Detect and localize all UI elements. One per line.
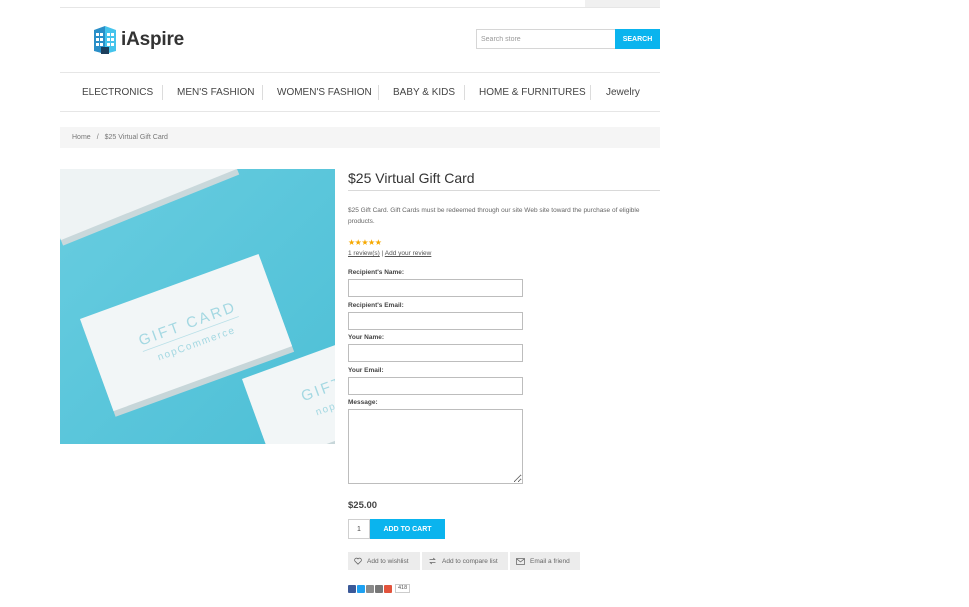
envelope-icon: [516, 557, 525, 565]
email-a-friend-label: Email a friend: [530, 557, 570, 565]
search-button[interactable]: SEARCH: [615, 29, 660, 49]
menu-separator: [590, 85, 591, 100]
breadcrumb-current: $25 Virtual Gift Card: [104, 134, 168, 141]
email-share-icon[interactable]: [375, 584, 383, 593]
menu-separator: [464, 85, 465, 100]
top-divider: [60, 7, 660, 8]
email-a-friend-button[interactable]: Email a friend: [510, 552, 580, 570]
star-icon: ★: [361, 238, 369, 247]
menu-item-baby-kids[interactable]: BABY & KIDS: [393, 73, 455, 111]
search-input[interactable]: [476, 29, 615, 49]
breadcrumb-separator: /: [96, 134, 99, 141]
recipient-name-input[interactable]: [348, 279, 523, 297]
print-icon[interactable]: [366, 584, 374, 593]
logo-text: iAspire: [121, 29, 185, 50]
breadcrumb: Home / $25 Virtual Gift Card: [60, 127, 660, 148]
top-menu: ELECTRONICS MEN'S FASHION WOMEN'S FASHIO…: [60, 72, 660, 112]
add-to-wishlist-label: Add to wishlist: [367, 557, 409, 565]
your-email-input[interactable]: [348, 377, 523, 395]
your-email-label: Your Email:: [348, 367, 384, 374]
share-count: 418: [395, 584, 411, 593]
your-name-label: Your Name:: [348, 334, 384, 341]
star-icon: ★: [348, 238, 355, 247]
add-to-wishlist-button[interactable]: Add to wishlist: [348, 552, 420, 570]
recipient-email-input[interactable]: [348, 312, 523, 330]
recipient-name-label: Recipient's Name:: [348, 269, 405, 276]
product-price: $25.00: [348, 500, 378, 511]
menu-item-mens-fashion[interactable]: MEN'S FASHION: [177, 73, 254, 111]
logo-building-icon: [94, 26, 116, 54]
your-name-input[interactable]: [348, 344, 523, 362]
review-links: 1 review(s) | Add your review: [348, 250, 431, 257]
menu-separator: [262, 85, 263, 100]
compare-arrows-icon: [429, 557, 436, 565]
logo[interactable]: iAspire: [92, 24, 184, 56]
reviews-count-link[interactable]: 1 review(s): [348, 250, 380, 257]
message-label: Message:: [348, 399, 378, 406]
facebook-icon[interactable]: [348, 584, 356, 593]
menu-item-home-furnitures[interactable]: HOME & FURNITURES: [479, 73, 586, 111]
heart-icon: [354, 557, 362, 565]
star-icon: ★: [354, 238, 362, 247]
share-plus-icon[interactable]: [384, 584, 392, 593]
review-separator: |: [381, 250, 384, 257]
message-textarea[interactable]: [348, 409, 523, 484]
gift-card-photo: GIFT CARD nopCommerce GIFT CARD nopComme…: [60, 169, 335, 444]
menu-item-electronics[interactable]: ELECTRONICS: [82, 73, 153, 111]
share-bar: 418: [348, 584, 411, 593]
breadcrumb-home[interactable]: Home: [72, 134, 91, 141]
product-image[interactable]: GIFT CARD nopCommerce GIFT CARD nopComme…: [60, 169, 335, 444]
star-icon: ★: [368, 238, 375, 247]
twitter-icon[interactable]: [357, 584, 365, 593]
product-short-description: $25 Gift Card. Gift Cards must be redeem…: [348, 207, 640, 225]
add-to-compare-button[interactable]: Add to compare list: [422, 552, 508, 570]
menu-item-womens-fashion[interactable]: WOMEN'S FASHION: [277, 73, 372, 111]
rating-stars: ★ ★ ★ ★ ★: [348, 238, 382, 247]
menu-separator: [162, 85, 163, 100]
star-icon: ★: [374, 238, 382, 247]
menu-separator: [378, 85, 379, 100]
header-links-strip: [585, 0, 660, 7]
add-to-cart-button[interactable]: ADD TO CART: [370, 519, 445, 539]
add-to-compare-label: Add to compare list: [442, 557, 498, 565]
product-title: $25 Virtual Gift Card: [348, 170, 475, 186]
quantity-input[interactable]: [348, 519, 370, 539]
menu-item-jewelry[interactable]: Jewelry: [606, 73, 640, 111]
add-review-link[interactable]: Add your review: [385, 250, 432, 257]
recipient-email-label: Recipient's Email:: [348, 302, 404, 309]
title-divider: [348, 190, 660, 191]
